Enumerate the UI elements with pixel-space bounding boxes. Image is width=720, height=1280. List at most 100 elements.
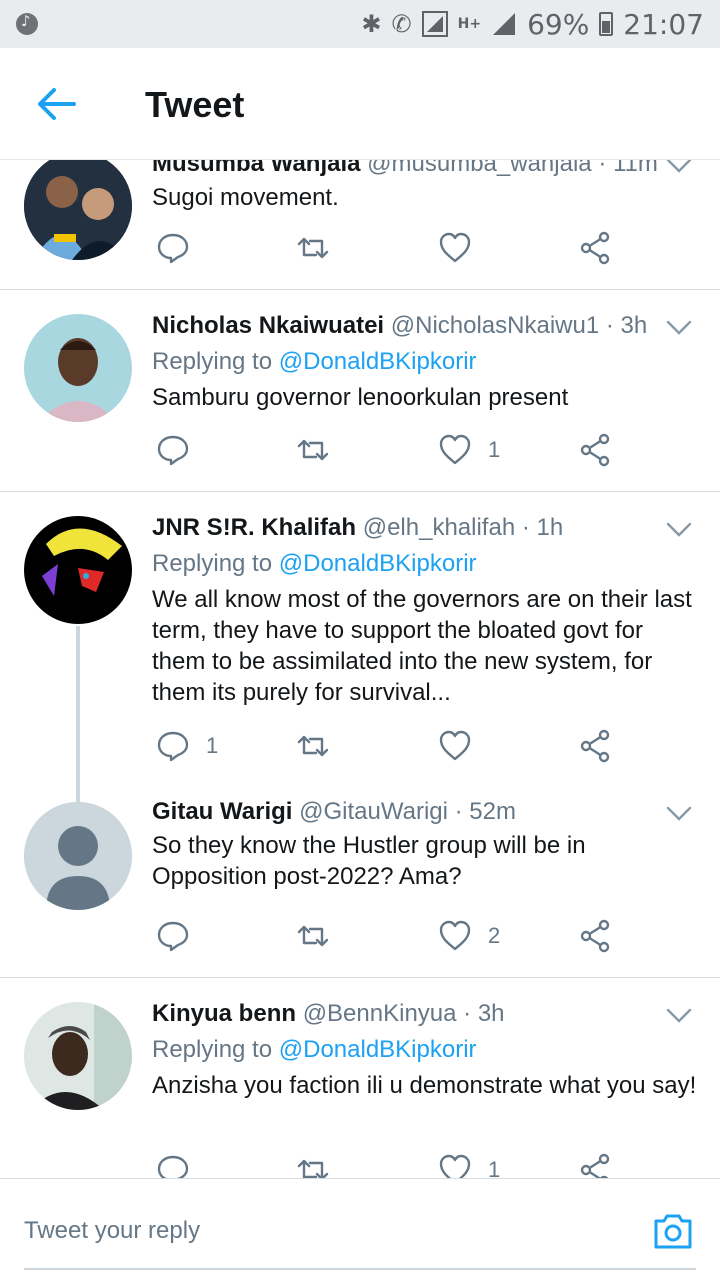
tweet-actions: 1	[152, 1152, 632, 1178]
replying-to-handle[interactable]: @DonaldBKipkorir	[279, 550, 477, 577]
tweet-item[interactable]: Kinyua benn @BennKinyua · 3h Replying to…	[0, 978, 720, 1178]
retweet-button[interactable]	[296, 230, 330, 266]
heart-icon	[439, 232, 471, 263]
thread-line	[76, 626, 80, 806]
signal-icon	[421, 11, 448, 37]
tweet-header: Musumba Wanjala @musumba_wanjala · 11m	[152, 160, 700, 178]
chevron-down-icon[interactable]	[666, 522, 692, 538]
reply-button[interactable]	[156, 432, 206, 468]
author-name[interactable]: JNR S!R. Khalifah	[152, 514, 356, 541]
share-button[interactable]	[578, 918, 612, 954]
chevron-down-icon[interactable]	[666, 806, 692, 822]
replies-feed[interactable]: Musumba Wanjala @musumba_wanjala · 11m S…	[0, 160, 720, 1178]
tweet-actions: 1	[152, 728, 632, 764]
chevron-down-icon[interactable]	[666, 160, 692, 174]
like-button[interactable]: 2	[438, 918, 500, 954]
reply-icon	[157, 731, 189, 762]
avatar[interactable]	[24, 802, 132, 910]
retweet-button[interactable]	[296, 1152, 330, 1178]
tweet-header: Nicholas Nkaiwuatei @NicholasNkaiwu1 · 3…	[152, 312, 700, 340]
bluetooth-icon: ✱	[361, 10, 382, 38]
heart-icon	[439, 1154, 471, 1178]
retweet-button[interactable]	[296, 432, 330, 468]
music-icon	[16, 12, 38, 35]
battery-icon	[599, 12, 614, 36]
avatar[interactable]	[24, 314, 132, 422]
author-name[interactable]: Musumba Wanjala	[152, 160, 360, 177]
retweet-icon	[297, 735, 329, 757]
tweet-header: JNR S!R. Khalifah @elh_khalifah · 1h	[152, 514, 700, 542]
tweet-time: · 11m	[598, 160, 658, 177]
author-name[interactable]: Gitau Warigi	[152, 798, 292, 825]
chevron-down-icon[interactable]	[666, 1008, 692, 1024]
reply-icon	[157, 921, 189, 952]
share-icon	[580, 919, 610, 953]
tweet-text: Sugoi movement.	[152, 184, 339, 211]
tweet-text: Samburu governor lenoorkulan present	[152, 384, 569, 411]
share-icon	[580, 433, 610, 467]
replying-to: Replying to @DonaldBKipkorir	[152, 1036, 477, 1063]
retweet-button[interactable]	[296, 918, 330, 954]
chevron-down-icon[interactable]	[666, 320, 692, 336]
input-underline	[24, 1268, 696, 1270]
author-handle[interactable]: @elh_khalifah	[363, 514, 515, 541]
avatar[interactable]	[24, 1002, 132, 1110]
tweet-time: · 3h	[605, 312, 648, 339]
heart-icon	[439, 920, 471, 951]
reply-button[interactable]	[156, 918, 206, 954]
tweet-item[interactable]: Musumba Wanjala @musumba_wanjala · 11m S…	[0, 160, 720, 290]
reply-input[interactable]: Tweet your reply	[24, 1217, 200, 1245]
tweet-text: We all know most of the governors are on…	[152, 586, 692, 706]
back-arrow-icon[interactable]	[34, 84, 78, 124]
reply-icon	[157, 233, 189, 264]
reply-icon	[157, 1155, 189, 1178]
tweet-time: · 3h	[463, 1000, 505, 1027]
like-button[interactable]: 1	[438, 432, 500, 468]
tweet-text: So they know the Hustler group will be i…	[152, 832, 586, 890]
author-handle[interactable]: @BennKinyua	[303, 1000, 457, 1027]
replying-to-handle[interactable]: @DonaldBKipkorir	[279, 348, 477, 375]
share-icon	[580, 231, 610, 265]
tweet-actions: 1	[152, 432, 632, 468]
reply-icon	[157, 435, 189, 466]
avatar[interactable]	[24, 160, 132, 260]
author-name[interactable]: Kinyua benn	[152, 1000, 296, 1027]
like-count: 2	[488, 923, 501, 948]
status-icons: ✱ ✆ H+ 69% 21:07	[361, 7, 704, 41]
tweet-item[interactable]: JNR S!R. Khalifah @elh_khalifah · 1h Rep…	[0, 492, 720, 806]
camera-icon[interactable]	[652, 1211, 694, 1251]
app-header: Tweet	[0, 48, 720, 160]
like-button[interactable]	[438, 728, 488, 764]
replying-to-handle[interactable]: @DonaldBKipkorir	[279, 1036, 477, 1063]
like-button[interactable]	[438, 230, 488, 266]
reply-button[interactable]	[156, 1152, 206, 1178]
tweet-time: · 1h	[521, 514, 564, 541]
avatar[interactable]	[24, 516, 132, 624]
author-handle[interactable]: @GitauWarigi	[299, 798, 448, 825]
share-button[interactable]	[578, 432, 612, 468]
replying-to: Replying to @DonaldBKipkorir	[152, 550, 477, 577]
tweet-item[interactable]: Nicholas Nkaiwuatei @NicholasNkaiwu1 · 3…	[0, 290, 720, 492]
retweet-button[interactable]	[296, 728, 330, 764]
heart-icon	[439, 730, 471, 761]
battery-percent: 69%	[527, 7, 590, 41]
reply-button[interactable]: 1	[156, 728, 218, 764]
page-title: Tweet	[145, 84, 245, 125]
like-count: 1	[488, 1157, 501, 1178]
tweet-actions: 2	[152, 918, 632, 954]
share-button[interactable]	[578, 230, 612, 266]
reply-button[interactable]	[156, 230, 206, 266]
author-handle[interactable]: @NicholasNkaiwu1	[391, 312, 599, 339]
retweet-icon	[297, 925, 329, 947]
author-name[interactable]: Nicholas Nkaiwuatei	[152, 312, 384, 339]
share-button[interactable]	[578, 728, 612, 764]
reply-composer: Tweet your reply	[0, 1178, 720, 1280]
tweet-time: · 52m	[454, 798, 516, 825]
like-count: 1	[488, 437, 501, 462]
author-handle[interactable]: @musumba_wanjala	[367, 160, 591, 177]
like-button[interactable]: 1	[438, 1152, 500, 1178]
tweet-item[interactable]: Gitau Warigi @GitauWarigi · 52m So they …	[0, 788, 720, 978]
reply-count: 1	[206, 733, 219, 758]
share-button[interactable]	[578, 1152, 612, 1178]
tweet-actions	[152, 230, 632, 266]
